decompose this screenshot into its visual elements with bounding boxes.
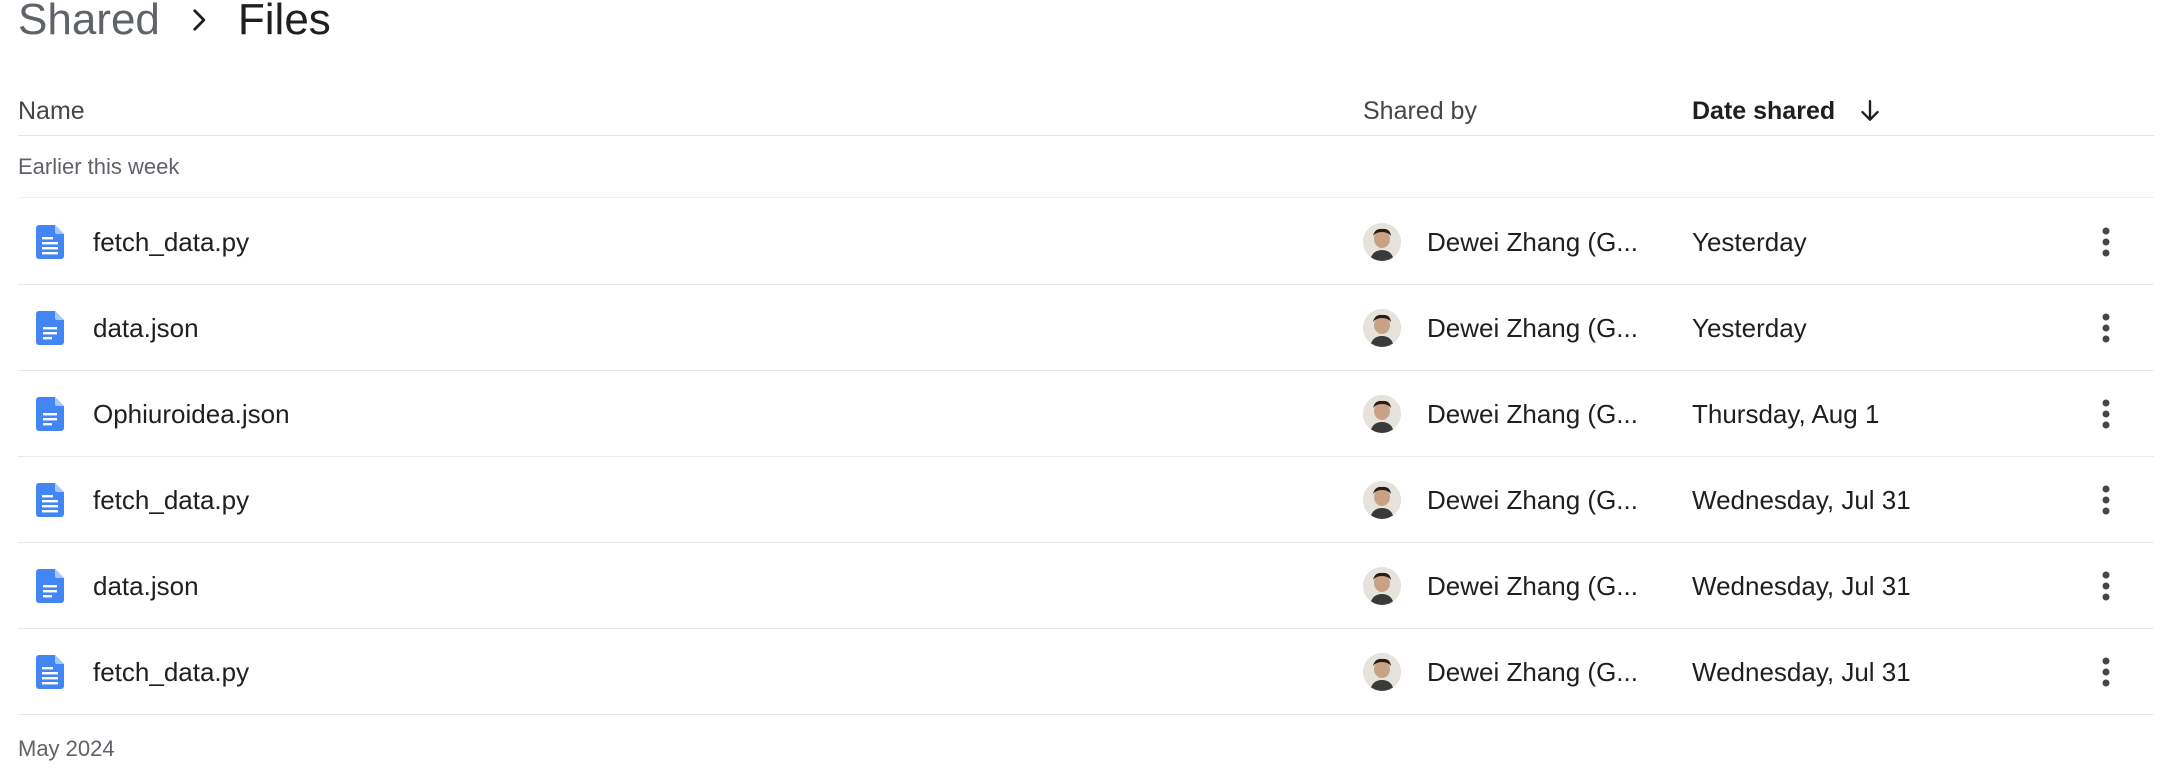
table-header: Name Shared by Date shared xyxy=(18,86,2154,136)
group-label: May 2024 xyxy=(18,736,115,761)
group-label: Earlier this week xyxy=(18,136,2154,198)
table-row[interactable]: fetch_data.py Dewei Zhang (G... Yesterda… xyxy=(18,199,2154,285)
shared-by-name: Dewei Zhang (G... xyxy=(1427,484,1638,515)
file-list: fetch_data.py Dewei Zhang (G... Yesterda… xyxy=(18,199,2154,715)
date-shared: Wednesday, Jul 31 xyxy=(1692,656,1911,687)
date-shared: Yesterday xyxy=(1692,226,1807,257)
file-name[interactable]: data.json xyxy=(93,285,199,371)
shared-by-name: Dewei Zhang (G... xyxy=(1427,570,1638,601)
file-name[interactable]: data.json xyxy=(93,543,199,629)
text-file-icon xyxy=(36,225,64,259)
avatar xyxy=(1363,395,1401,433)
more-options-icon[interactable] xyxy=(2082,218,2130,266)
date-shared: Wednesday, Jul 31 xyxy=(1692,484,1911,515)
arrow-down-icon[interactable] xyxy=(1855,96,1885,126)
more-options-icon[interactable] xyxy=(2082,648,2130,696)
avatar xyxy=(1363,567,1401,605)
breadcrumb-shared[interactable]: Shared xyxy=(18,0,160,46)
table-row[interactable]: fetch_data.py Dewei Zhang (G... Wednesda… xyxy=(18,457,2154,543)
table-row[interactable]: Ophiuroidea.json Dewei Zhang (G... Thurs… xyxy=(18,371,2154,457)
table-row[interactable]: data.json Dewei Zhang (G... Yesterday xyxy=(18,285,2154,371)
document-icon xyxy=(36,397,64,431)
breadcrumb-files: Files xyxy=(237,0,331,44)
table-row[interactable]: fetch_data.py Dewei Zhang (G... Wednesda… xyxy=(18,629,2154,715)
file-name[interactable]: fetch_data.py xyxy=(93,629,249,715)
more-options-icon[interactable] xyxy=(2082,390,2130,438)
document-icon xyxy=(36,569,64,603)
file-name[interactable]: fetch_data.py xyxy=(93,457,249,543)
column-header-date-shared-label: Date shared xyxy=(1692,96,1836,125)
avatar xyxy=(1363,653,1401,691)
column-header-date-shared[interactable]: Date shared xyxy=(1692,86,1885,136)
avatar xyxy=(1363,223,1401,261)
document-icon xyxy=(36,311,64,345)
column-header-shared-by[interactable]: Shared by xyxy=(1363,86,1477,136)
column-header-name[interactable]: Name xyxy=(18,86,85,136)
shared-by-name: Dewei Zhang (G... xyxy=(1427,398,1638,429)
shared-by-name: Dewei Zhang (G... xyxy=(1427,312,1638,343)
text-file-icon xyxy=(36,483,64,517)
date-shared: Thursday, Aug 1 xyxy=(1692,398,1880,429)
shared-by-name: Dewei Zhang (G... xyxy=(1427,226,1638,257)
shared-by-name: Dewei Zhang (G... xyxy=(1427,656,1638,687)
text-file-icon xyxy=(36,655,64,689)
avatar xyxy=(1363,309,1401,347)
file-name[interactable]: fetch_data.py xyxy=(93,199,249,285)
more-options-icon[interactable] xyxy=(2082,562,2130,610)
breadcrumb: Shared Files xyxy=(18,0,331,46)
chevron-right-icon xyxy=(160,0,238,46)
date-shared: Yesterday xyxy=(1692,312,1807,343)
date-shared: Wednesday, Jul 31 xyxy=(1692,570,1911,601)
more-options-icon[interactable] xyxy=(2082,476,2130,524)
more-options-icon[interactable] xyxy=(2082,304,2130,352)
table-row[interactable]: data.json Dewei Zhang (G... Wednesday, J… xyxy=(18,543,2154,629)
avatar xyxy=(1363,481,1401,519)
file-name[interactable]: Ophiuroidea.json xyxy=(93,371,290,457)
